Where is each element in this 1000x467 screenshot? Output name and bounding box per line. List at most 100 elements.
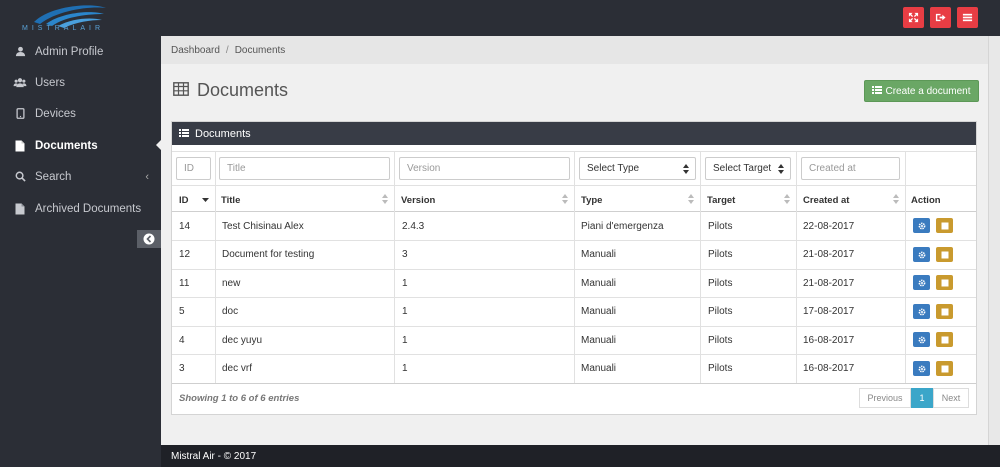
tablet-icon: [13, 108, 27, 119]
delete-button[interactable]: [936, 332, 953, 347]
chevron-left-icon: ‹: [145, 170, 149, 183]
document-icon: [941, 308, 948, 315]
pagination-info: Showing 1 to 6 of 6 entries: [179, 393, 300, 404]
grid-line: [700, 151, 701, 383]
sidebar-item-admin-profile[interactable]: Admin Profile: [0, 36, 161, 67]
grid-line: [394, 151, 395, 383]
fullscreen-button[interactable]: [903, 7, 924, 28]
breadcrumb-dashboard[interactable]: Dashboard: [171, 45, 220, 56]
type-filter-select[interactable]: Select Type: [579, 157, 696, 180]
title-filter-input[interactable]: Title: [219, 157, 390, 180]
sidebar-item-label: Documents: [35, 139, 98, 152]
cell-title: Test Chisinau Alex: [222, 220, 304, 232]
sort-icon: [382, 194, 388, 204]
column-header-version[interactable]: Version: [401, 190, 574, 210]
sidebar-item-users[interactable]: Users: [0, 67, 161, 98]
sidebar-item-label: Search: [35, 170, 72, 183]
sidebar-item-documents[interactable]: Documents: [0, 130, 161, 161]
list-icon: [872, 85, 883, 97]
column-header-label: Type: [581, 194, 603, 206]
sort-icon: [562, 194, 568, 204]
cell-target: Pilots: [708, 220, 733, 232]
edit-button[interactable]: [913, 361, 930, 376]
vertical-scrollbar[interactable]: [988, 36, 1000, 445]
grid-line: [905, 151, 906, 383]
cell-id: 12: [179, 248, 191, 260]
delete-button[interactable]: [936, 304, 953, 319]
document-icon: [941, 251, 948, 258]
document-icon: [941, 279, 948, 286]
edit-button[interactable]: [913, 332, 930, 347]
create-document-button[interactable]: Create a document: [864, 80, 979, 102]
cell-title: new: [222, 277, 241, 289]
sidebar-item-label: Admin Profile: [35, 45, 104, 58]
cell-created-at: 22-08-2017: [803, 220, 855, 232]
sort-icon: [688, 194, 694, 204]
fullscreen-icon: [908, 12, 919, 23]
footer-copyright: Mistral Air - © 2017: [171, 450, 257, 462]
edit-button[interactable]: [913, 275, 930, 290]
menu-button[interactable]: [957, 7, 978, 28]
delete-button[interactable]: [936, 275, 953, 290]
sort-icon: [784, 194, 790, 204]
cell-target: Pilots: [708, 334, 733, 346]
menu-icon: [962, 13, 973, 22]
cell-title: Document for testing: [222, 248, 315, 260]
cell-type: Manuali: [581, 277, 617, 289]
select-arrows-icon: [778, 163, 784, 174]
cell-created-at: 16-08-2017: [803, 362, 855, 374]
select-arrows-icon: [683, 163, 689, 174]
cell-created-at: 17-08-2017: [803, 305, 855, 317]
cell-target: Pilots: [708, 362, 733, 374]
delete-button[interactable]: [936, 218, 953, 233]
delete-button[interactable]: [936, 361, 953, 376]
type-filter-value: Select Type: [587, 163, 640, 174]
column-header-action: Action: [911, 190, 971, 210]
column-header-type[interactable]: Type: [581, 190, 700, 210]
cell-created-at: 16-08-2017: [803, 334, 855, 346]
cell-created-at: 21-08-2017: [803, 248, 855, 260]
grid-line: [796, 151, 797, 383]
logout-button[interactable]: [930, 7, 951, 28]
cell-version: 3: [402, 248, 408, 260]
cell-version: 1: [402, 305, 408, 317]
delete-button[interactable]: [936, 247, 953, 262]
cell-id: 5: [179, 305, 185, 317]
column-header-created-at[interactable]: Created at: [803, 190, 905, 210]
cell-type: Manuali: [581, 334, 617, 346]
sidebar-item-devices[interactable]: Devices: [0, 98, 161, 129]
documents-panel: Documents ID Title Version Select Type S…: [171, 121, 977, 415]
column-header-id[interactable]: ID: [179, 190, 215, 210]
id-filter-input[interactable]: ID: [176, 157, 211, 180]
document-icon: [941, 365, 948, 372]
sidebar-item-search[interactable]: Search ‹: [0, 161, 161, 192]
gear-icon: [918, 251, 925, 258]
cell-title: doc: [222, 305, 239, 317]
created-at-filter-input[interactable]: Created at: [801, 157, 900, 180]
cell-id: 11: [179, 277, 190, 289]
edit-button[interactable]: [913, 218, 930, 233]
cell-id: 3: [179, 362, 185, 374]
gear-icon: [918, 365, 925, 372]
sidebar-item-archived-documents[interactable]: Archived Documents: [0, 193, 161, 224]
pagination-next[interactable]: Next: [933, 388, 969, 408]
sidebar-item-label: Users: [35, 76, 66, 89]
version-filter-input[interactable]: Version: [399, 157, 570, 180]
cell-target: Pilots: [708, 305, 733, 317]
column-header-label: Title: [221, 194, 241, 206]
edit-button[interactable]: [913, 304, 930, 319]
list-icon: [179, 128, 189, 140]
logout-icon: [935, 13, 946, 22]
user-icon: [13, 46, 27, 57]
target-filter-select[interactable]: Select Target: [705, 157, 791, 180]
pagination-previous[interactable]: Previous: [859, 388, 911, 408]
cell-title: dec yuyu: [222, 334, 263, 346]
column-header-target[interactable]: Target: [707, 190, 796, 210]
sidebar-collapse-button[interactable]: [137, 230, 161, 248]
column-header-title[interactable]: Title: [221, 190, 394, 210]
file-icon: [13, 203, 27, 215]
top-bar: MISTRALAIR: [0, 0, 1000, 36]
pagination-page-1[interactable]: 1: [911, 388, 933, 408]
cell-version: 1: [402, 362, 408, 374]
edit-button[interactable]: [913, 247, 930, 262]
